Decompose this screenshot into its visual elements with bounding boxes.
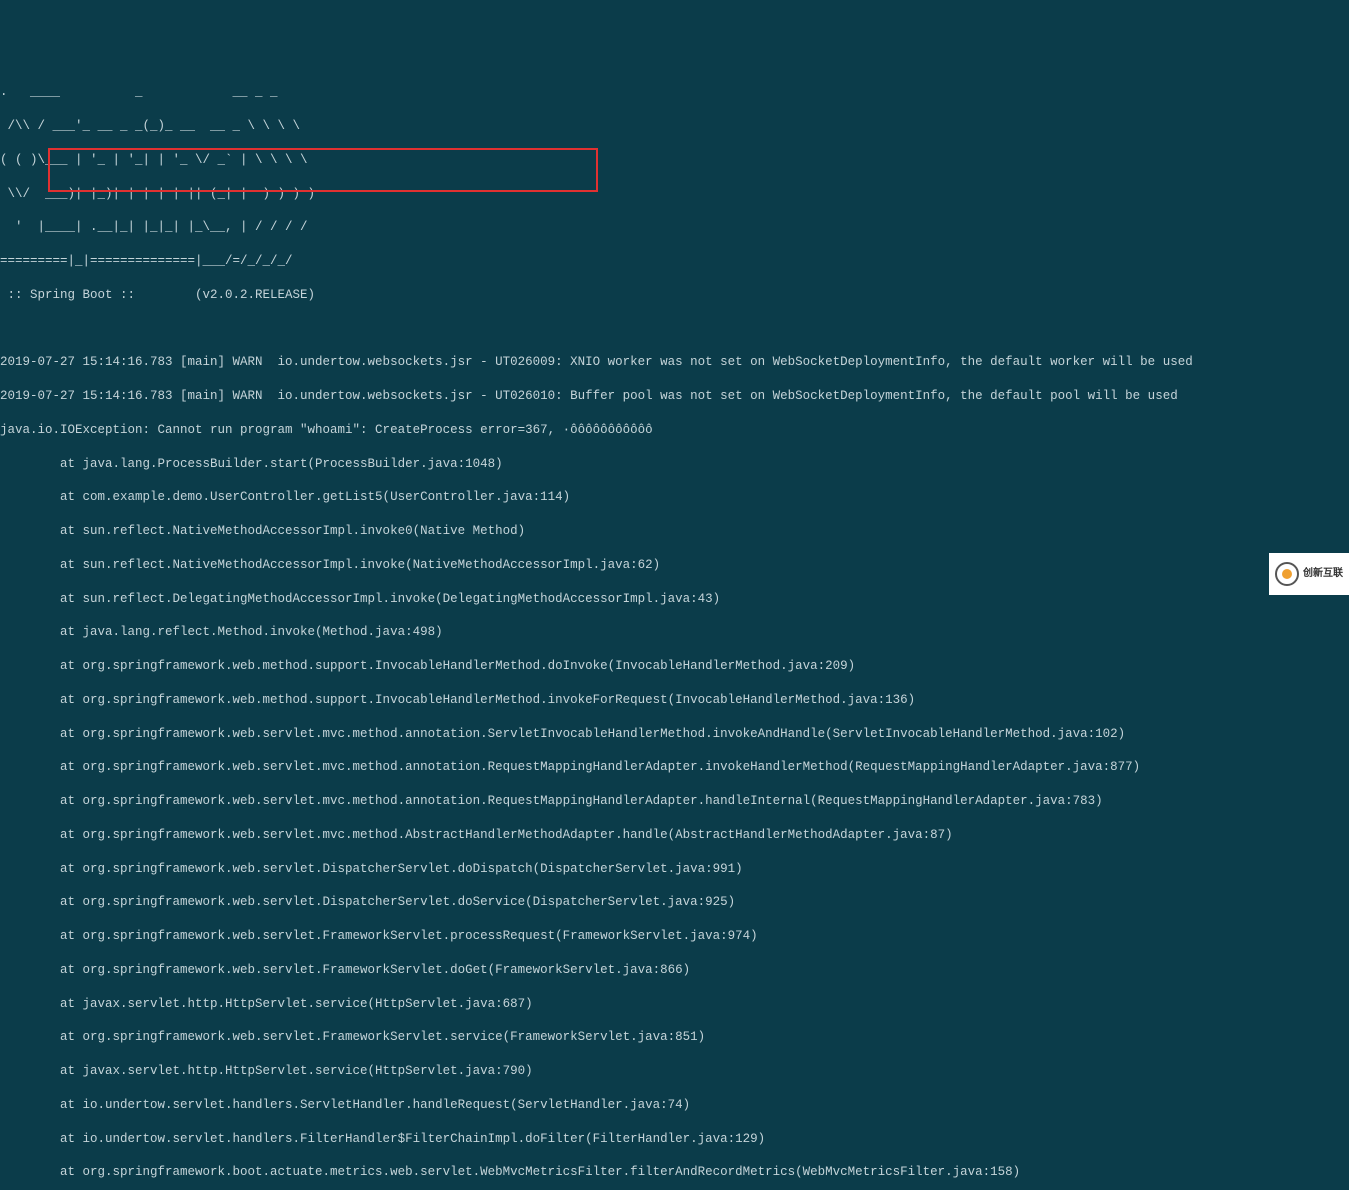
stack-trace-line: at sun.reflect.NativeMethodAccessorImpl.…: [0, 557, 1349, 574]
stack-trace-line: at java.lang.ProcessBuilder.start(Proces…: [0, 456, 1349, 473]
ascii-art-line: ' |____| .__|_| |_|_| |_\__, | / / / /: [0, 219, 1349, 236]
log-warn-line: 2019-07-27 15:14:16.783 [main] WARN io.u…: [0, 388, 1349, 405]
stack-trace-line: at org.springframework.boot.actuate.metr…: [0, 1164, 1349, 1181]
log-exception-line: java.io.IOException: Cannot run program …: [0, 422, 1349, 439]
stack-trace-line: at org.springframework.web.servlet.Frame…: [0, 1029, 1349, 1046]
ascii-art-line: /\\ / ___'_ __ _ _(_)_ __ __ _ \ \ \ \: [0, 118, 1349, 135]
stack-trace-line: at javax.servlet.http.HttpServlet.servic…: [0, 996, 1349, 1013]
ascii-art-line: . ____ _ __ _ _: [0, 84, 1349, 101]
watermark-icon: [1275, 562, 1299, 586]
stack-trace-line: at org.springframework.web.servlet.Frame…: [0, 928, 1349, 945]
ascii-art-line: \\/ ___)| |_)| | | | | || (_| | ) ) ) ): [0, 186, 1349, 203]
stack-trace-line: at org.springframework.web.servlet.mvc.m…: [0, 759, 1349, 776]
stack-trace-line: at org.springframework.web.servlet.mvc.m…: [0, 793, 1349, 810]
blank-line: [0, 321, 1349, 338]
stack-trace-line: at com.example.demo.UserController.getLi…: [0, 489, 1349, 506]
ascii-art-line: =========|_|==============|___/=/_/_/_/: [0, 253, 1349, 270]
stack-trace-line: at org.springframework.web.servlet.Dispa…: [0, 861, 1349, 878]
stack-trace-line: at sun.reflect.NativeMethodAccessorImpl.…: [0, 523, 1349, 540]
stack-trace-line: at org.springframework.web.method.suppor…: [0, 692, 1349, 709]
stack-trace-line: at io.undertow.servlet.handlers.ServletH…: [0, 1097, 1349, 1114]
terminal-output: . ____ _ __ _ _ /\\ / ___'_ __ _ _(_)_ _…: [0, 68, 1349, 1190]
stack-trace-line: at org.springframework.web.servlet.Dispa…: [0, 894, 1349, 911]
spring-boot-version-line: :: Spring Boot :: (v2.0.2.RELEASE): [0, 287, 1349, 304]
stack-trace-line: at java.lang.reflect.Method.invoke(Metho…: [0, 624, 1349, 641]
stack-trace-line: at org.springframework.web.servlet.mvc.m…: [0, 726, 1349, 743]
log-warn-line: 2019-07-27 15:14:16.783 [main] WARN io.u…: [0, 354, 1349, 371]
ascii-art-line: ( ( )\___ | '_ | '_| | '_ \/ _` | \ \ \ …: [0, 152, 1349, 169]
watermark-logo: 创新互联: [1269, 553, 1349, 595]
stack-trace-line: at org.springframework.web.servlet.mvc.m…: [0, 827, 1349, 844]
stack-trace-line: at org.springframework.web.servlet.Frame…: [0, 962, 1349, 979]
stack-trace-line: at io.undertow.servlet.handlers.FilterHa…: [0, 1131, 1349, 1148]
watermark-text: 创新互联: [1303, 567, 1343, 581]
stack-trace-line: at org.springframework.web.method.suppor…: [0, 658, 1349, 675]
stack-trace-line: at javax.servlet.http.HttpServlet.servic…: [0, 1063, 1349, 1080]
stack-trace-line: at sun.reflect.DelegatingMethodAccessorI…: [0, 591, 1349, 608]
